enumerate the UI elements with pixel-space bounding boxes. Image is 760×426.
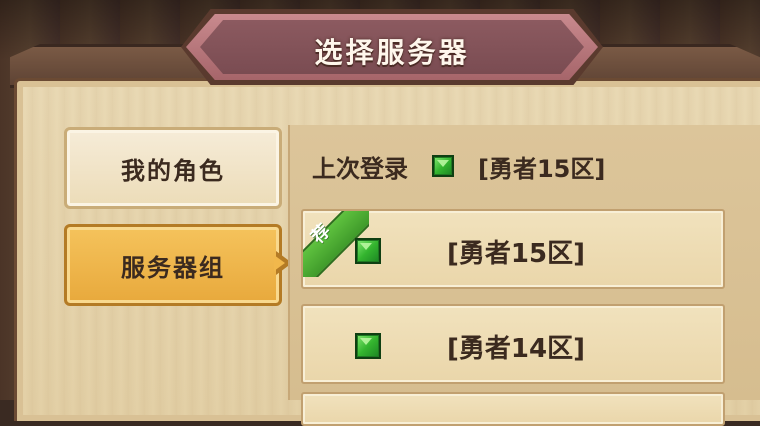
tab-server-group[interactable]: 服务器组 xyxy=(64,224,282,306)
server-row-14[interactable]: [勇者14区] xyxy=(301,304,725,384)
green-gem-icon xyxy=(432,155,454,177)
server-row-partial[interactable] xyxy=(301,392,725,426)
page-title: 选择服务器 xyxy=(314,36,470,69)
green-gem-icon xyxy=(355,333,381,359)
server-name: [勇者15区] xyxy=(447,239,585,269)
server-row-15[interactable]: 荐 [勇者15区] xyxy=(301,209,725,289)
last-login-server: [勇者15区] xyxy=(478,154,606,183)
server-name: [勇者14区] xyxy=(447,334,585,364)
green-gem-icon xyxy=(355,238,381,264)
title-banner: 选择服务器 xyxy=(181,9,603,85)
last-login-row[interactable]: 上次登录 [勇者15区] xyxy=(312,148,605,184)
tab-my-roles-label: 我的角色 xyxy=(121,156,225,185)
tab-my-roles[interactable]: 我的角色 xyxy=(64,127,282,209)
selected-tab-arrow-fill xyxy=(274,255,285,271)
tab-server-group-label: 服务器组 xyxy=(121,253,225,282)
last-login-label: 上次登录 xyxy=(312,154,408,183)
